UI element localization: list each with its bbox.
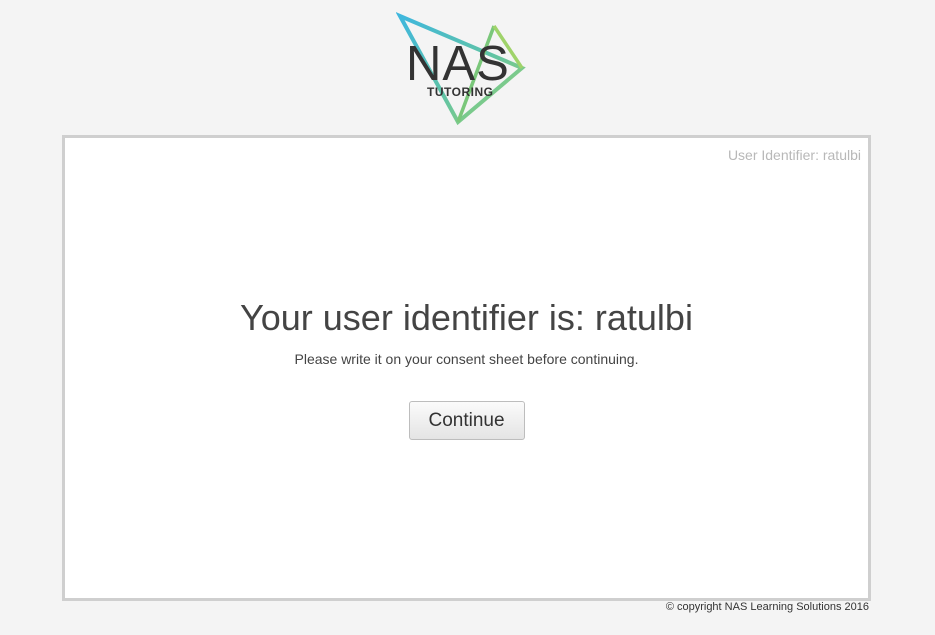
instruction-text: Please write it on your consent sheet be…: [294, 351, 639, 367]
page-title: Your user identifier is: ratulbi: [240, 297, 693, 338]
identifier-panel: User Identifier: ratulbi Your user ident…: [62, 135, 871, 601]
logo-wordmark: NAS: [406, 37, 510, 91]
identifier-content: Your user identifier is: ratulbi Please …: [65, 296, 868, 440]
logo-subtitle: TUTORING: [427, 85, 494, 99]
continue-button[interactable]: Continue: [408, 401, 525, 440]
user-identifier-label: User Identifier: ratulbi: [727, 147, 861, 163]
copyright-footer: © copyright NAS Learning Solutions 2016: [665, 601, 869, 613]
nas-tutoring-logo: NAS TUTORING: [396, 12, 528, 128]
